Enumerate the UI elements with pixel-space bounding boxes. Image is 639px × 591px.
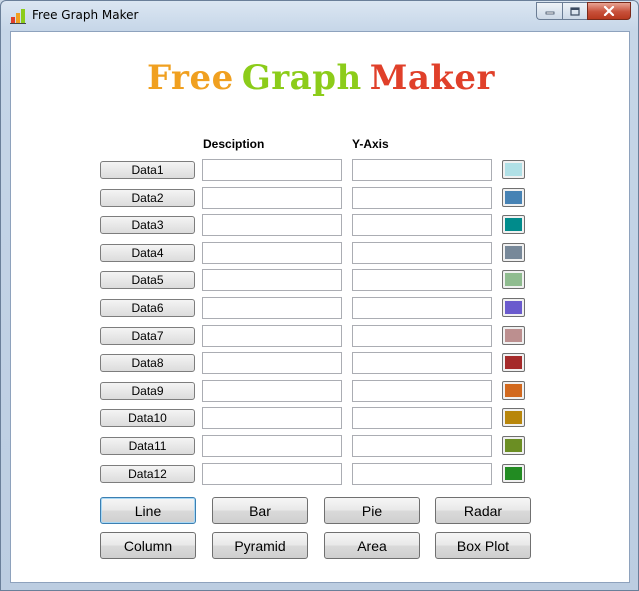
description-input[interactable] — [202, 379, 342, 402]
color-swatch — [505, 245, 522, 259]
app-window: Free Graph Maker Free Graph Maker Descip… — [0, 0, 639, 591]
data-series-button[interactable]: Data3 — [100, 216, 195, 235]
description-input[interactable] — [202, 297, 342, 319]
description-input[interactable] — [202, 186, 342, 209]
color-picker-button[interactable] — [502, 187, 525, 207]
color-swatch — [505, 411, 522, 425]
logo-word-graph: Graph — [241, 58, 362, 98]
radar-chart-button[interactable]: Radar — [435, 497, 531, 524]
color-swatch — [505, 439, 522, 452]
data-series-button[interactable]: Data10 — [100, 409, 195, 428]
description-input[interactable] — [202, 241, 342, 264]
yaxis-input[interactable] — [352, 352, 492, 375]
data-series-button[interactable]: Data5 — [100, 271, 195, 290]
color-swatch — [505, 383, 522, 397]
yaxis-input[interactable] — [352, 379, 492, 402]
color-picker-button[interactable] — [502, 353, 525, 373]
color-swatch — [505, 273, 522, 287]
description-input[interactable] — [202, 324, 342, 347]
data-row: Data3 — [11, 214, 631, 238]
yaxis-input[interactable] — [352, 214, 492, 237]
data-row: Data6 — [11, 297, 631, 321]
data-row: Data12 — [11, 462, 631, 487]
color-swatch — [505, 190, 522, 204]
data-series-button[interactable]: Data8 — [100, 354, 195, 373]
yaxis-input[interactable] — [352, 435, 492, 457]
data-series-button[interactable]: Data12 — [100, 464, 195, 483]
yaxis-input[interactable] — [352, 324, 492, 347]
minimize-icon — [545, 11, 554, 15]
data-row: Data7 — [11, 324, 631, 349]
pyramid-chart-button[interactable]: Pyramid — [212, 532, 308, 559]
yaxis-input[interactable] — [352, 269, 492, 292]
data-row: Data5 — [11, 269, 631, 293]
yaxis-input[interactable] — [352, 297, 492, 319]
color-swatch — [505, 328, 522, 342]
color-swatch — [505, 466, 522, 480]
color-picker-button[interactable] — [502, 215, 525, 235]
data-row: Data9 — [11, 379, 631, 404]
data-row: Data8 — [11, 352, 631, 376]
data-series-button[interactable]: Data4 — [100, 243, 195, 262]
data-series-button[interactable]: Data2 — [100, 188, 195, 207]
color-picker-button[interactable] — [502, 270, 525, 290]
window-controls — [536, 2, 631, 21]
description-input[interactable] — [202, 435, 342, 457]
color-picker-button[interactable] — [502, 436, 525, 455]
window-title: Free Graph Maker — [32, 8, 139, 22]
data-row: Data4 — [11, 241, 631, 266]
yaxis-input[interactable] — [352, 462, 492, 485]
logo-word-free: Free — [147, 58, 234, 98]
data-series-button[interactable]: Data9 — [100, 381, 195, 400]
column-chart-button[interactable]: Column — [100, 532, 196, 559]
color-swatch — [505, 356, 522, 370]
data-row: Data11 — [11, 435, 631, 459]
boxplot-chart-button[interactable]: Box Plot — [435, 532, 531, 559]
description-input[interactable] — [202, 407, 342, 430]
yaxis-input[interactable] — [352, 159, 492, 181]
close-icon — [603, 6, 615, 16]
description-input[interactable] — [202, 462, 342, 485]
data-series-button[interactable]: Data1 — [100, 161, 195, 179]
color-picker-button[interactable] — [502, 242, 525, 262]
close-button[interactable] — [587, 2, 631, 20]
maximize-icon — [570, 6, 580, 16]
description-header: Desciption — [203, 137, 265, 151]
yaxis-header: Y-Axis — [352, 137, 389, 151]
chart-app-icon — [10, 9, 26, 24]
yaxis-input[interactable] — [352, 186, 492, 209]
logo-word-maker: Maker — [369, 58, 495, 98]
pie-chart-button[interactable]: Pie — [324, 497, 420, 524]
color-picker-button[interactable] — [502, 160, 525, 179]
color-picker-button[interactable] — [502, 298, 525, 317]
yaxis-input[interactable] — [352, 407, 492, 430]
line-chart-button[interactable]: Line — [100, 497, 196, 524]
color-swatch — [505, 163, 522, 176]
data-series-button[interactable]: Data7 — [100, 326, 195, 345]
description-input[interactable] — [202, 269, 342, 292]
data-row: Data2 — [11, 186, 631, 211]
description-input[interactable] — [202, 214, 342, 237]
data-row: Data10 — [11, 407, 631, 431]
color-swatch — [505, 218, 522, 232]
color-picker-button[interactable] — [502, 408, 525, 428]
data-series-button[interactable]: Data6 — [100, 299, 195, 317]
minimize-button[interactable] — [536, 2, 562, 20]
color-picker-button[interactable] — [502, 380, 525, 400]
yaxis-input[interactable] — [352, 241, 492, 264]
maximize-button[interactable] — [562, 2, 587, 20]
data-series-button[interactable]: Data11 — [100, 437, 195, 455]
area-chart-button[interactable]: Area — [324, 532, 420, 559]
color-picker-button[interactable] — [502, 463, 525, 483]
app-logo: Free Graph Maker — [11, 58, 631, 98]
description-input[interactable] — [202, 352, 342, 375]
bar-chart-button[interactable]: Bar — [212, 497, 308, 524]
main-panel: Free Graph Maker Desciption Y-Axis Data1 Da… — [10, 31, 630, 583]
color-swatch — [505, 301, 522, 314]
description-input[interactable] — [202, 159, 342, 181]
data-row: Data1 — [11, 159, 631, 183]
color-picker-button[interactable] — [502, 325, 525, 345]
title-bar[interactable]: Free Graph Maker — [1, 1, 638, 31]
